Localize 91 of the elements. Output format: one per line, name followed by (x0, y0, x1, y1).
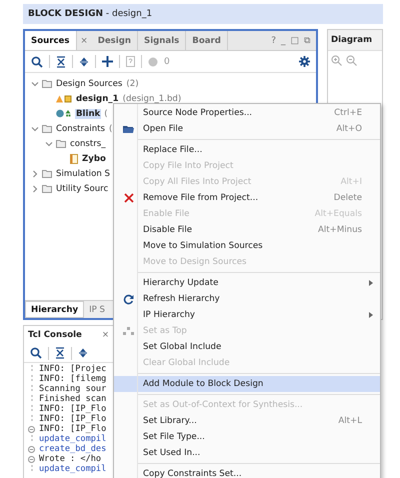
panel-tab[interactable]: Sources (25, 31, 76, 50)
help-document-icon[interactable] (126, 56, 135, 67)
tree-item[interactable]: Utility Sourc (55, 184, 110, 194)
tree-item[interactable]: Design Sources (55, 78, 124, 88)
file-icon (70, 154, 78, 164)
shortcut-label: Alt+Equals (314, 209, 362, 219)
log-line: Scanning sour (39, 384, 106, 394)
command-line: create_bd_des (39, 444, 106, 454)
menu-item[interactable]: Copy Constraints Set... (114, 466, 380, 478)
zoom-out-icon[interactable] (346, 55, 357, 66)
menu-item[interactable]: IP Hierarchy (114, 307, 380, 323)
circle-icon (148, 56, 158, 66)
shortcut-label: Ctrl+E (334, 108, 362, 118)
log-line: INFO: [IP_Flo (39, 424, 106, 434)
menu-item[interactable]: Set Used In... (114, 445, 380, 461)
window-button[interactable]: ? (271, 36, 276, 46)
view-tab[interactable]: Hierarchy (25, 301, 84, 318)
collapse-all-icon[interactable] (55, 347, 65, 359)
shortcut-label: Alt+I (340, 177, 362, 187)
log-line: INFO: [IP_Flo (39, 404, 106, 414)
tree-item-detail: ( (109, 124, 112, 134)
tree-item[interactable]: Zybo (81, 154, 107, 164)
zoom-in-icon[interactable] (331, 55, 342, 66)
folder-icon (123, 124, 134, 134)
menu-item[interactable]: Move to Simulation Sources (114, 238, 380, 254)
window-button[interactable]: □ (290, 36, 299, 46)
tree-item[interactable]: design_1 (75, 94, 120, 104)
window-title: BLOCK DESIGN - design_1 (23, 4, 383, 24)
expanded-chevron-icon[interactable] (31, 124, 39, 132)
block-design-icon (56, 94, 72, 102)
menu-item[interactable]: Hierarchy Update (114, 275, 380, 291)
folder-icon (42, 80, 52, 88)
expanded-chevron-icon[interactable] (45, 140, 53, 148)
fold-icon[interactable] (28, 456, 35, 462)
log-line: INFO: [filemg (39, 374, 106, 384)
menu-item[interactable]: Source Node Properties... Ctrl+E (114, 105, 380, 121)
shortcut-label: Delete (334, 193, 362, 203)
shortcut-label: Alt+L (338, 416, 362, 426)
expand-all-icon[interactable] (78, 347, 88, 359)
log-line: Wrote : </ho (39, 454, 102, 464)
counter: 0 (164, 56, 170, 66)
log-line: INFO: [Projec (39, 364, 106, 374)
panel-tab[interactable]: Board (186, 31, 228, 50)
command-line: update_compil (39, 464, 106, 474)
submenu-arrow-icon (369, 312, 373, 318)
collapsed-chevron-icon[interactable] (31, 170, 39, 178)
refresh-icon (123, 294, 134, 304)
tree-item-detail: (design_1.bd) (122, 94, 182, 104)
search-icon[interactable] (30, 347, 42, 359)
menu-item[interactable]: Remove File from Project... Delete (114, 190, 380, 206)
panel-title: Diagram (331, 35, 372, 45)
close-icon (124, 193, 134, 203)
window-button[interactable]: _ (280, 36, 286, 46)
module-icon (56, 109, 72, 118)
collapse-all-icon[interactable] (56, 56, 66, 68)
tree-item[interactable]: Constraints (55, 124, 106, 134)
panel-tab[interactable]: Signals (138, 31, 186, 50)
panel-title: Tcl Console (28, 330, 82, 340)
menu-item[interactable]: Set Global Include (114, 339, 380, 355)
panel-tab[interactable]: Design (92, 31, 138, 50)
shortcut-label: Alt+Minus (318, 225, 362, 235)
command-line: update_compil (39, 434, 106, 444)
menu-item[interactable]: Replace File... (114, 142, 380, 158)
menu-item[interactable]: Set Library... Alt+L (114, 413, 380, 429)
close-button[interactable]: × (98, 330, 114, 340)
tree-item-detail: ( (104, 108, 108, 118)
fold-icon[interactable] (28, 426, 35, 432)
menu-item[interactable]: Add Module to Block Design (114, 376, 380, 392)
window-button[interactable]: ⧉ (304, 36, 310, 46)
tree-item-detail: (2) (126, 78, 139, 88)
expand-all-icon[interactable] (79, 56, 89, 68)
tree-item[interactable]: constrs_ (69, 138, 107, 148)
tree-item[interactable]: Blink (75, 108, 102, 118)
menu-item[interactable]: Set File Type... (114, 429, 380, 445)
collapsed-chevron-icon[interactable] (31, 184, 39, 192)
menu-item[interactable]: Refresh Hierarchy (114, 291, 380, 307)
menu-item[interactable]: Disable File Alt+Minus (114, 222, 380, 238)
fold-icon[interactable] (28, 446, 35, 452)
log-line: Finished scan (39, 394, 106, 404)
settings-icon[interactable] (299, 56, 310, 67)
log-line: INFO: [IP_Flo (39, 414, 106, 424)
tree-item[interactable]: Simulation S (55, 168, 111, 178)
close-tab-button[interactable]: × (76, 31, 92, 50)
search-icon[interactable] (31, 56, 43, 68)
add-icon[interactable] (102, 56, 113, 67)
submenu-arrow-icon (369, 280, 373, 286)
menu-item[interactable]: Open File Alt+O (114, 121, 380, 137)
expanded-chevron-icon[interactable] (31, 80, 39, 88)
hierarchy-icon (123, 327, 134, 335)
shortcut-label: Alt+O (336, 124, 362, 134)
view-tab[interactable]: IP S (84, 301, 110, 318)
